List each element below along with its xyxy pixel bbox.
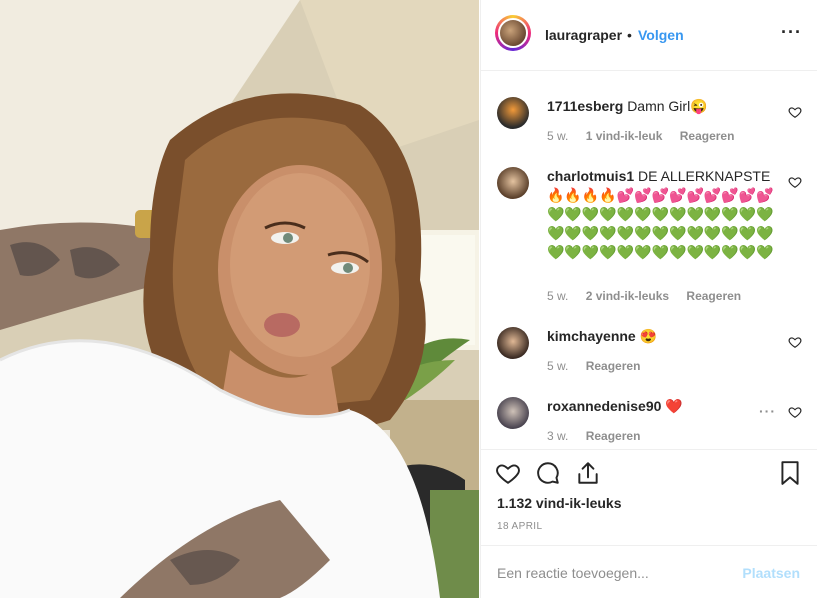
author-username[interactable]: lauragraper (545, 27, 622, 43)
comment-likes[interactable]: 2 vind-ik-leuks (586, 289, 669, 303)
comment-text-block: roxannedenise90 ❤️ (547, 397, 787, 416)
post-comment-button[interactable]: Plaatsen (742, 565, 800, 581)
comment-meta: 5 w. 1 vind-ik-leuk Reageren (547, 129, 748, 143)
add-comment-bar: Plaatsen (481, 545, 817, 599)
bookmark-icon[interactable] (777, 460, 803, 486)
commenter-avatar[interactable] (497, 397, 529, 429)
heart-icon[interactable] (788, 105, 802, 119)
comment-meta: 5 w. Reageren (547, 359, 654, 373)
separator-dot: • (627, 27, 632, 43)
heart-icon[interactable] (788, 335, 802, 349)
post-date[interactable]: 18 APRIL (497, 521, 542, 532)
comment-body: 😍 (639, 328, 658, 344)
reply-button[interactable]: Reageren (586, 359, 641, 373)
post-photo[interactable] (0, 0, 479, 598)
comment-age: 5 w. (547, 359, 569, 373)
comment-username[interactable]: kimchayenne (547, 328, 636, 344)
post-details-panel: lauragraper • Volgen ··· 1711esberg Damn… (480, 0, 817, 598)
commenter-avatar[interactable] (497, 97, 529, 129)
comment-meta: 5 w. 2 vind-ik-leuks Reageren (547, 289, 755, 303)
share-icon[interactable] (575, 460, 601, 486)
post-header: lauragraper • Volgen ··· (481, 0, 817, 71)
comment-input[interactable] (497, 563, 727, 583)
post-actions: 1.132 vind-ik-leuks 18 APRIL (481, 449, 817, 546)
comment-body: Damn Girl😜 (627, 98, 708, 114)
selfie-image (0, 0, 479, 598)
author-avatar[interactable] (495, 15, 531, 51)
comment-meta: 3 w. Reageren (547, 429, 654, 443)
comment-username[interactable]: 1711esberg (547, 98, 623, 114)
comment-text-block: 1711esberg Damn Girl😜 (547, 97, 787, 116)
reply-button[interactable]: Reageren (680, 129, 735, 143)
comment-age: 3 w. (547, 429, 569, 443)
reply-button[interactable]: Reageren (686, 289, 741, 303)
comment-body: ❤️ (665, 398, 683, 414)
comment-item: kimchayenne 😍 5 w. Reageren (497, 327, 802, 377)
comment-item: roxannedenise90 ❤️ 3 w. Reageren ··· (497, 397, 802, 447)
likes-count[interactable]: 1.132 vind-ik-leuks (497, 495, 622, 511)
comment-age: 5 w. (547, 129, 569, 143)
heart-icon[interactable] (495, 460, 521, 486)
comment-options-icon[interactable]: ··· (759, 403, 776, 419)
heart-icon[interactable] (788, 175, 802, 189)
comment-likes[interactable]: 1 vind-ik-leuk (586, 129, 663, 143)
heart-icon[interactable] (788, 405, 802, 419)
commenter-avatar[interactable] (497, 327, 529, 359)
follow-button[interactable]: Volgen (638, 27, 684, 43)
more-options-icon[interactable]: ··· (781, 22, 802, 43)
comment-item: 1711esberg Damn Girl😜 5 w. 1 vind-ik-leu… (497, 97, 802, 157)
commenter-avatar[interactable] (497, 167, 529, 199)
reply-button[interactable]: Reageren (586, 429, 641, 443)
comments-list[interactable]: 1711esberg Damn Girl😜 5 w. 1 vind-ik-leu… (481, 71, 817, 449)
comment-text-block: kimchayenne 😍 (547, 327, 787, 346)
comment-username[interactable]: charlotmuis1 (547, 168, 634, 184)
comment-text-block: charlotmuis1 DE ALLERKNAPSTE 🔥🔥🔥🔥💕💕💕💕💕💕💕… (547, 167, 787, 262)
comment-item: charlotmuis1 DE ALLERKNAPSTE 🔥🔥🔥🔥💕💕💕💕💕💕💕… (497, 167, 802, 307)
comment-age: 5 w. (547, 289, 569, 303)
comment-username[interactable]: roxannedenise90 (547, 398, 661, 414)
speech-bubble-icon[interactable] (535, 460, 561, 486)
